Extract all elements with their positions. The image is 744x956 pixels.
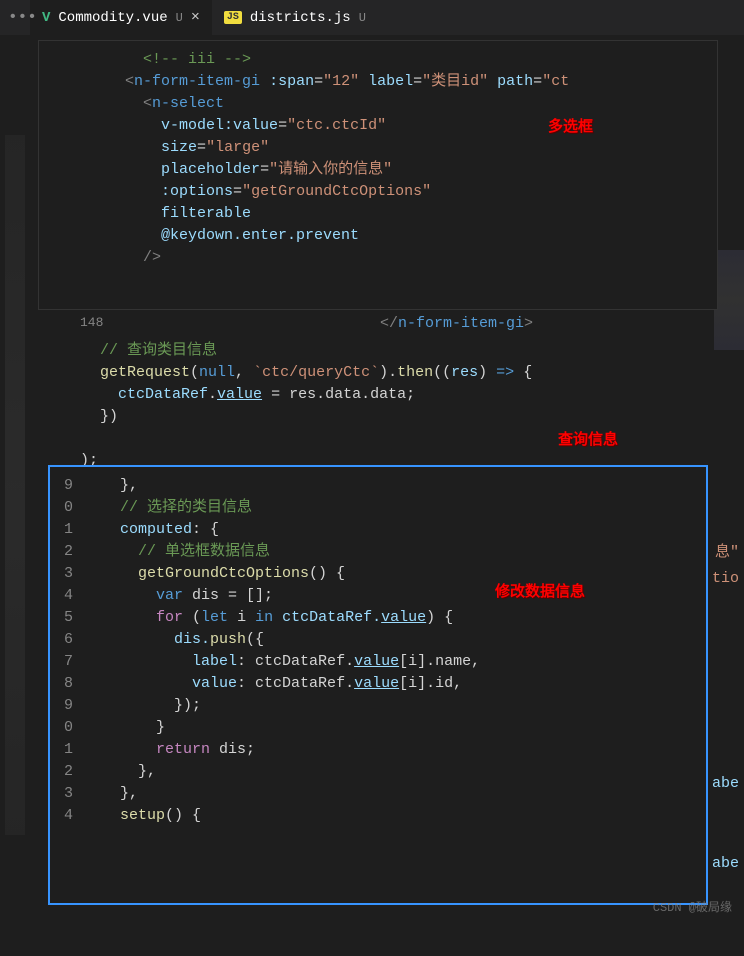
tab-status: U (176, 11, 183, 25)
tab-districts[interactable]: JS districts.js U (212, 0, 378, 35)
tab-label: Commodity.vue (58, 10, 167, 26)
code-line: <n-select (44, 93, 712, 115)
vue-icon: V (42, 10, 50, 26)
code-line: :options="getGroundCtcOptions" (44, 181, 712, 203)
peek-text: abe (712, 775, 739, 792)
code-line: } (93, 717, 480, 739)
gutter: 9 0 1 2 3 4 5 6 7 8 9 0 1 2 3 4 (55, 475, 73, 827)
code-line: dis.push({ (93, 629, 480, 651)
peek-text: 息" (715, 540, 739, 561)
minimap-right[interactable] (714, 70, 744, 956)
code-block-query[interactable]: // 查询类目信息 getRequest(null, `ctc/queryCtc… (100, 340, 532, 428)
code-line: <n-form-item-gi :span="12" label="类目id" … (44, 71, 712, 93)
line-number: 148 (80, 315, 103, 330)
peek-text: abe (712, 855, 739, 872)
code-line: computed: { (93, 519, 480, 541)
code-line: label: ctcDataRef.value[i].name, (93, 651, 480, 673)
code-line: /> (44, 247, 712, 269)
code-line: placeholder="请输入你的信息" (44, 159, 712, 181)
code-line: getRequest(null, `ctc/queryCtc`).then((r… (100, 362, 532, 384)
code-line: value: ctcDataRef.value[i].id, (93, 673, 480, 695)
menu-dots-icon[interactable]: ••• (8, 8, 37, 26)
annotation-query: 查询信息 (558, 428, 618, 449)
tab-status: U (359, 11, 366, 25)
code-line: filterable (44, 203, 712, 225)
code-line: // 查询类目信息 (100, 340, 532, 362)
code-line: ctcDataRef.value = res.data.data; (100, 384, 532, 406)
js-icon: JS (224, 11, 242, 24)
code-snippet-computed[interactable]: 9 0 1 2 3 4 5 6 7 8 9 0 1 2 3 4 }, // 选择… (48, 465, 708, 905)
close-icon[interactable]: × (191, 9, 200, 26)
code-line: }, (93, 475, 480, 497)
tab-label: districts.js (250, 10, 351, 26)
code-line: @keydown.enter.prevent (44, 225, 712, 247)
annotation-modify: 修改数据信息 (495, 580, 585, 601)
code-snippet-template[interactable]: <!-- iii --> <n-form-item-gi :span="12" … (38, 40, 718, 310)
tab-commodity[interactable]: V Commodity.vue U × (30, 0, 212, 35)
code-line: }, (93, 783, 480, 805)
code-line: for (let i in ctcDataRef.value) { (93, 607, 480, 629)
closing-tag-hint: </n-form-item-gi> (380, 315, 533, 332)
code-line: size="large" (44, 137, 712, 159)
peek-text: tio (712, 570, 739, 587)
code-line: <!-- iii --> (44, 49, 712, 71)
minimap-left (0, 35, 30, 921)
code-line: getGroundCtcOptions() { (93, 563, 480, 585)
code-line: return dis; (93, 739, 480, 761)
code-line: setup() { (93, 805, 480, 827)
watermark: CSDN @破局缘 (653, 898, 732, 915)
code-line: // 选择的类目信息 (93, 497, 480, 519)
code-line: // 单选框数据信息 (93, 541, 480, 563)
code-line: }); (93, 695, 480, 717)
editor-tabs: V Commodity.vue U × JS districts.js U (0, 0, 744, 35)
code-line: }) (100, 406, 532, 428)
code-line: }, (93, 761, 480, 783)
code-line: var dis = []; (93, 585, 480, 607)
annotation-multiselect: 多选框 (548, 115, 593, 136)
code-line: v-model:value="ctc.ctcId" (44, 115, 712, 137)
